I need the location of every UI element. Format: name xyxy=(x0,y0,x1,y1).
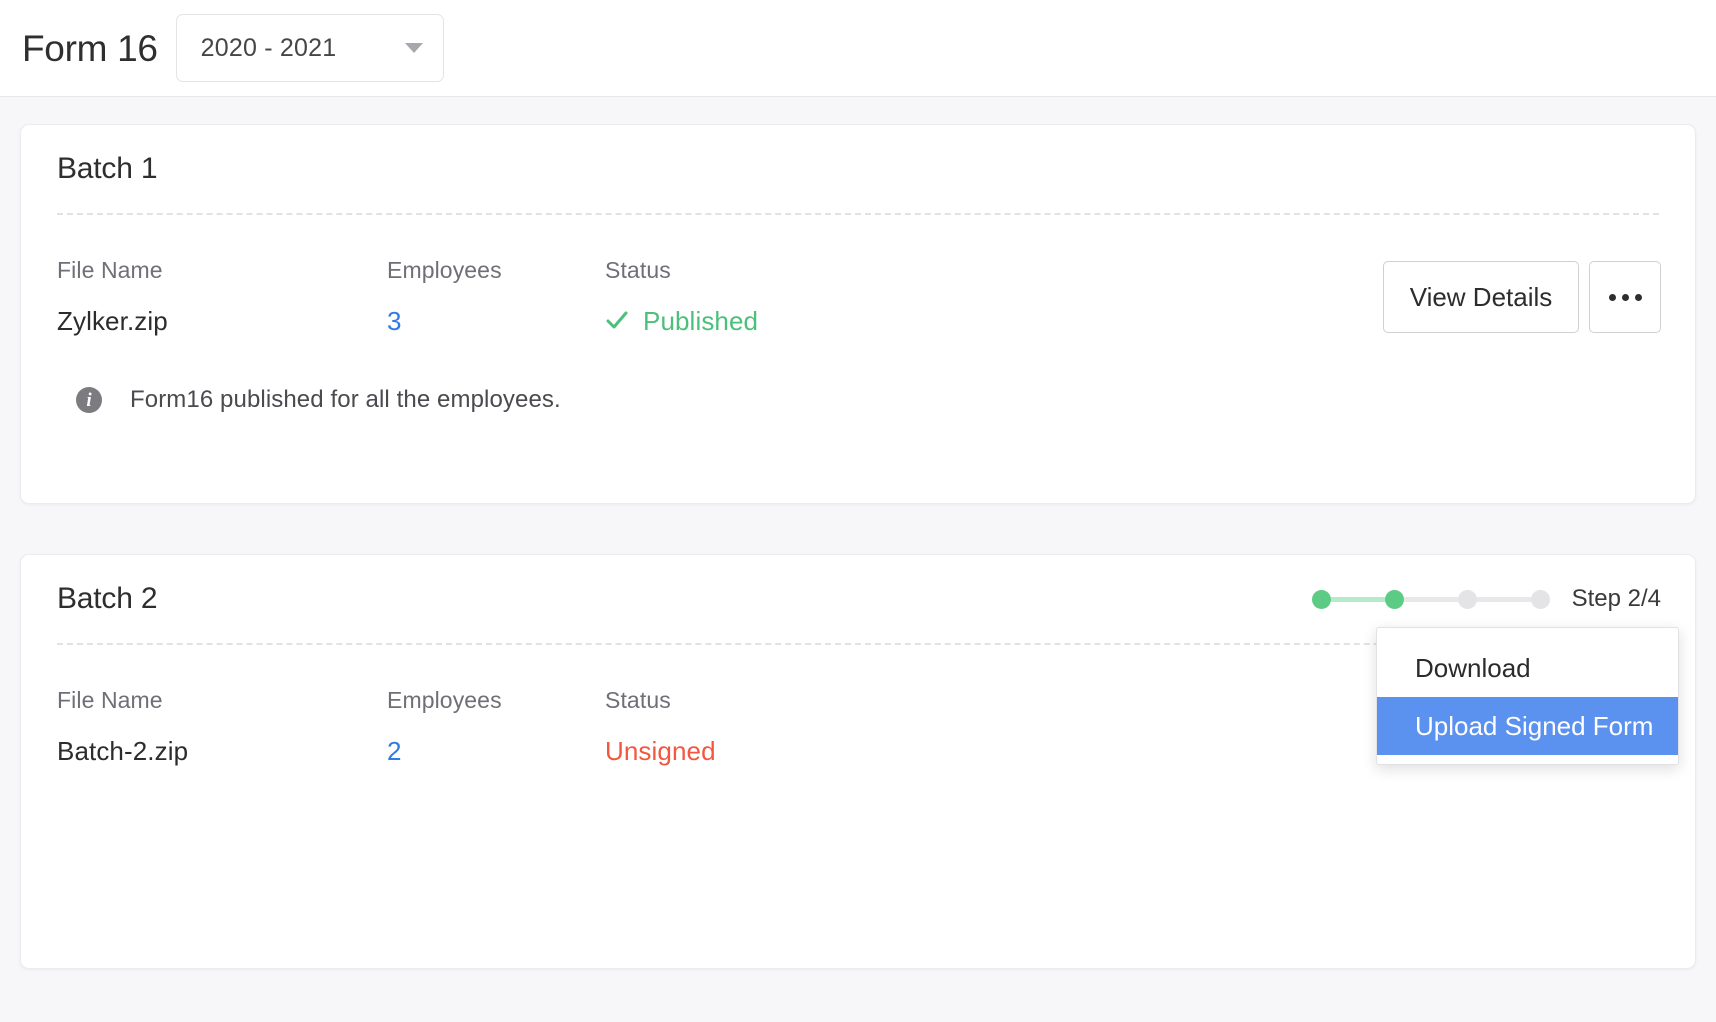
year-selector-value: 2020 - 2021 xyxy=(200,33,337,62)
employees-label: Employees xyxy=(387,687,502,713)
status-column: Status Published xyxy=(605,257,945,335)
page-title: Form 16 xyxy=(22,27,158,69)
more-options-menu: Download Upload Signed Form xyxy=(1376,627,1679,765)
batch-card: Batch 1 File Name Zylker.zip Employees 3… xyxy=(20,124,1696,504)
batch-details-row: File Name Zylker.zip Employees 3 Status … xyxy=(21,215,1695,334)
step-connector-1 xyxy=(1330,596,1385,602)
employees-count-link[interactable]: 3 xyxy=(387,308,605,334)
ellipsis-icon xyxy=(1608,293,1616,301)
step-dot-2 xyxy=(1384,589,1404,609)
batch-actions: View Details xyxy=(1383,261,1661,333)
batch-progress: Step 2/4 xyxy=(1311,585,1661,613)
info-icon: i xyxy=(76,387,102,413)
batch-note: i Form16 published for all the employees… xyxy=(21,386,1695,414)
chevron-down-icon xyxy=(404,43,423,53)
file-name-column: File Name Batch-2.zip xyxy=(57,687,387,766)
file-name-label: File Name xyxy=(57,257,163,283)
batch-title: Batch 2 xyxy=(57,582,158,615)
step-label: Step 2/4 xyxy=(1571,585,1661,612)
ellipsis-icon xyxy=(1621,293,1629,301)
file-name-column: File Name Zylker.zip xyxy=(57,257,387,336)
year-selector[interactable]: 2020 - 2021 xyxy=(175,14,444,82)
ellipsis-icon xyxy=(1634,293,1642,301)
employees-column: Employees 2 xyxy=(387,687,605,765)
file-name-label: File Name xyxy=(57,687,163,713)
status-badge: Published xyxy=(605,308,945,334)
employees-count-link[interactable]: 2 xyxy=(387,738,605,764)
step-dot-4 xyxy=(1530,589,1550,609)
status-text: Published xyxy=(643,306,759,336)
page-header: Form 16 2020 - 2021 xyxy=(0,0,1716,97)
view-details-button[interactable]: View Details xyxy=(1383,261,1579,333)
check-icon xyxy=(605,308,629,332)
menu-item-upload-signed-form[interactable]: Upload Signed Form xyxy=(1377,697,1678,755)
status-label: Status xyxy=(605,687,671,713)
batch-title: Batch 1 xyxy=(57,152,158,185)
menu-item-download[interactable]: Download xyxy=(1377,639,1678,697)
step-dot-1 xyxy=(1311,589,1331,609)
step-connector-3 xyxy=(1476,596,1531,602)
more-options-button[interactable] xyxy=(1589,261,1661,333)
file-name-value: Batch-2.zip xyxy=(57,736,189,766)
batch-note-text: Form16 published for all the employees. xyxy=(130,386,561,413)
batch-card-header: Batch 1 xyxy=(21,125,1695,213)
status-badge: Unsigned xyxy=(605,736,716,766)
step-indicator xyxy=(1311,589,1550,609)
batch-list: Batch 1 File Name Zylker.zip Employees 3… xyxy=(0,97,1716,969)
status-column: Status Unsigned xyxy=(605,687,945,766)
step-connector-2 xyxy=(1403,596,1458,602)
batch-card: Batch 2 Step 2/4 File Name Batch-2.zip E… xyxy=(20,554,1696,969)
employees-label: Employees xyxy=(387,257,502,283)
employees-column: Employees 3 xyxy=(387,257,605,335)
file-name-value: Zylker.zip xyxy=(57,306,168,336)
status-label: Status xyxy=(605,257,671,283)
step-dot-3 xyxy=(1457,589,1477,609)
